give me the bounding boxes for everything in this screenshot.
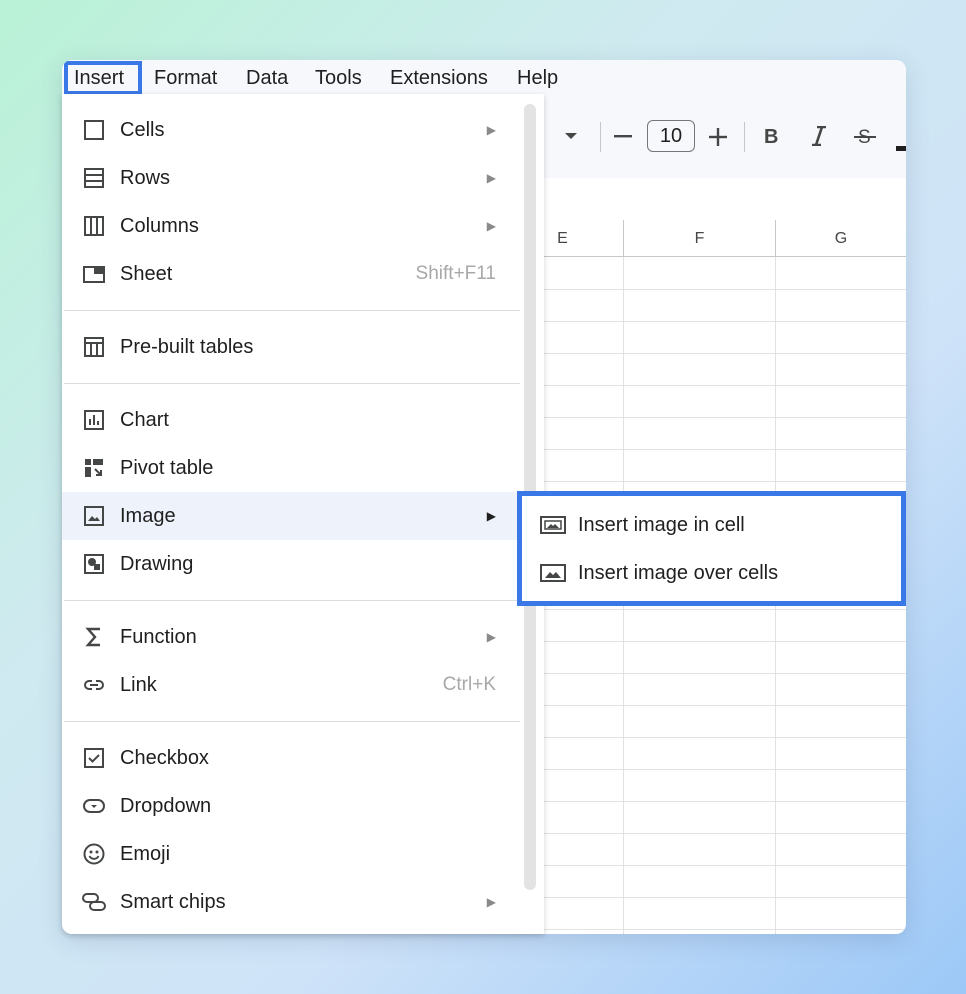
chart-icon — [82, 408, 106, 432]
submenu-item-label: Insert image in cell — [578, 514, 745, 536]
menu-item-label: Drawing — [120, 553, 194, 575]
italic-icon[interactable] — [810, 126, 828, 146]
menu-data[interactable]: Data — [246, 66, 288, 90]
submenu-arrow-icon: ▶ — [486, 219, 496, 233]
menu-divider — [64, 310, 520, 311]
menu-item-label: Function — [120, 626, 197, 648]
submenu-arrow-icon: ▶ — [486, 630, 496, 644]
submenu-arrow-icon: ▶ — [486, 509, 496, 523]
menu-insert[interactable]: Insert — [74, 66, 124, 90]
menu-format[interactable]: Format — [154, 66, 217, 90]
menu-divider — [64, 600, 520, 601]
menu-item-cells[interactable]: Cells ▶ — [62, 106, 520, 154]
menu-item-label: Image — [120, 505, 176, 527]
plus-icon[interactable] — [709, 128, 727, 146]
menu-item-label: Chart — [120, 409, 169, 431]
menu-item-label: Pivot table — [120, 457, 214, 479]
menu-item-sheet[interactable]: Sheet Shift+F11 — [62, 250, 520, 298]
menu-divider — [64, 721, 520, 722]
link-icon — [82, 673, 106, 697]
dropdown-icon — [82, 794, 106, 818]
menu-item-emoji[interactable]: Emoji — [62, 830, 520, 878]
menu-help[interactable]: Help — [517, 66, 558, 90]
menu-item-checkbox[interactable]: Checkbox — [62, 734, 520, 782]
menu-item-label: Pre-built tables — [120, 336, 254, 358]
menu-divider — [64, 383, 520, 384]
font-size-input[interactable]: 10 — [647, 120, 695, 152]
image-over-cells-icon — [540, 561, 566, 585]
menu-item-link[interactable]: Link Ctrl+K — [62, 661, 520, 709]
menu-item-pivot-table[interactable]: Pivot table — [62, 444, 520, 492]
submenu-arrow-icon: ▶ — [486, 123, 496, 137]
dropdown-arrow-icon[interactable] — [564, 132, 578, 140]
cell-square-icon — [82, 118, 106, 142]
table-icon — [82, 335, 106, 359]
menu-item-label: Smart chips — [120, 891, 226, 913]
submenu-item-insert-image-over-cells[interactable]: Insert image over cells — [522, 549, 901, 597]
menu-item-dropdown[interactable]: Dropdown — [62, 782, 520, 830]
insert-dropdown-menu: Cells ▶ Rows ▶ Columns ▶ Sheet Shift+F11… — [62, 94, 544, 934]
bold-icon[interactable]: B — [764, 126, 780, 146]
menu-item-image[interactable]: Image ▶ — [62, 492, 520, 540]
submenu-item-insert-image-in-cell[interactable]: Insert image in cell — [522, 501, 901, 549]
menu-item-pre-built-tables[interactable]: Pre-built tables — [62, 323, 520, 371]
rows-icon — [82, 166, 106, 190]
emoji-icon — [82, 842, 106, 866]
submenu-arrow-icon: ▶ — [486, 895, 496, 909]
submenu-item-label: Insert image over cells — [578, 562, 779, 584]
menu-extensions[interactable]: Extensions — [390, 66, 488, 90]
image-icon — [82, 504, 106, 528]
toolbar-divider — [744, 122, 745, 152]
menu-item-smart-chips[interactable]: Smart chips ▶ — [62, 878, 520, 926]
toolbar-divider — [600, 122, 601, 152]
text-color-bar — [896, 146, 906, 151]
drawing-icon — [82, 552, 106, 576]
strikethrough-icon[interactable]: S — [854, 126, 876, 148]
menu-item-drawing[interactable]: Drawing — [62, 540, 520, 588]
menu-bar: Insert Format Data Tools Extensions Help — [62, 60, 906, 98]
menu-item-label: Checkbox — [120, 747, 209, 769]
menu-item-rows[interactable]: Rows ▶ — [62, 154, 520, 202]
column-header-f[interactable]: F — [624, 220, 776, 257]
shortcut-label: Ctrl+K — [442, 674, 496, 695]
columns-icon — [82, 214, 106, 238]
image-in-cell-icon — [540, 513, 566, 537]
menu-item-chart[interactable]: Chart — [62, 396, 520, 444]
image-submenu: Insert image in cell Insert image over c… — [517, 491, 906, 606]
menu-item-columns[interactable]: Columns ▶ — [62, 202, 520, 250]
pivot-table-icon — [82, 456, 106, 480]
submenu-arrow-icon: ▶ — [486, 171, 496, 185]
menu-item-label: Emoji — [120, 843, 171, 865]
menu-item-label: Columns — [120, 215, 199, 237]
sheet-icon — [82, 262, 106, 286]
menu-item-function[interactable]: Function ▶ — [62, 613, 520, 661]
menu-item-label: Cells — [120, 119, 165, 141]
menu-item-label: Sheet — [120, 263, 173, 285]
minus-icon[interactable] — [614, 135, 632, 138]
svg-text:B: B — [764, 126, 778, 146]
menu-tools[interactable]: Tools — [315, 66, 362, 90]
menu-item-label: Link — [120, 674, 157, 696]
sigma-icon — [82, 625, 106, 649]
smart-chips-icon — [82, 890, 106, 914]
menu-item-label: Rows — [120, 167, 171, 189]
checkbox-icon — [82, 746, 106, 770]
menu-item-label: Dropdown — [120, 795, 212, 817]
shortcut-label: Shift+F11 — [415, 263, 496, 284]
column-header-g[interactable]: G — [776, 220, 906, 257]
